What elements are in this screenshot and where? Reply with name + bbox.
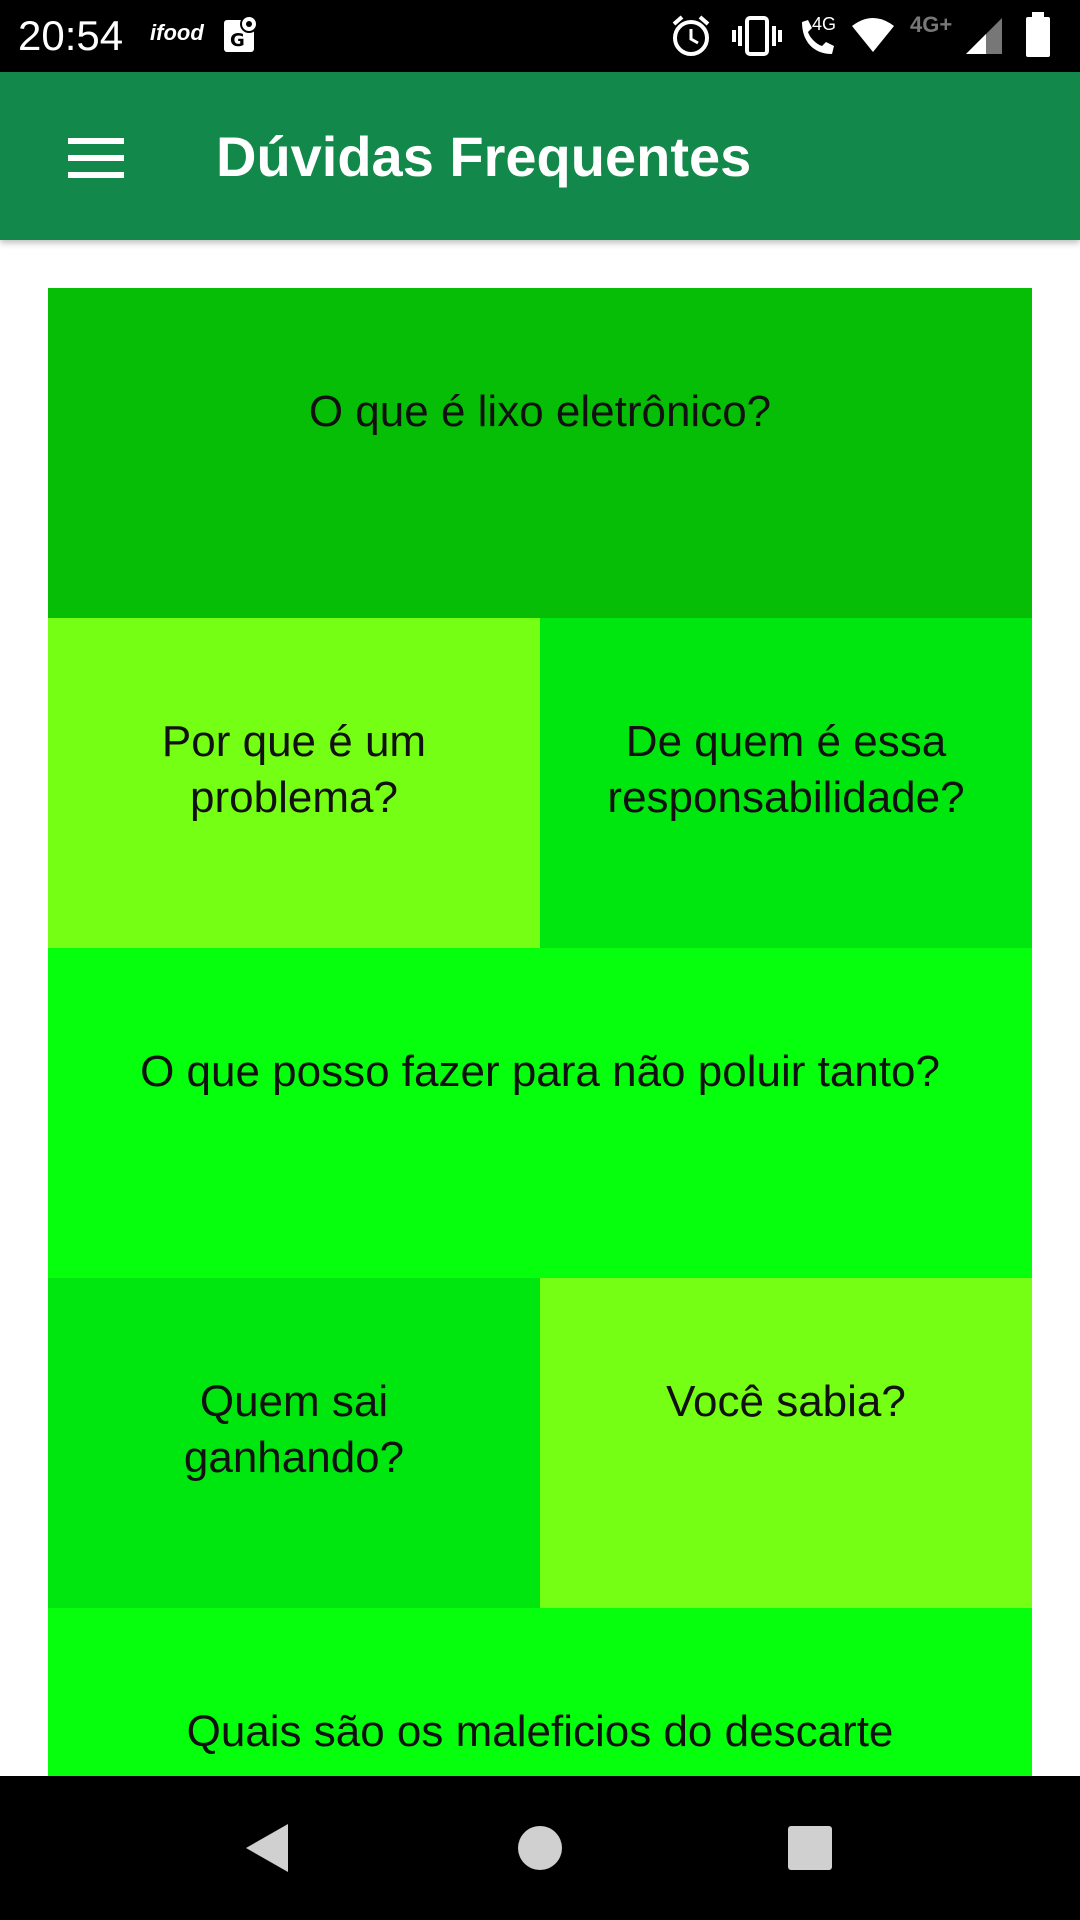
maps-icon: G: [224, 15, 258, 52]
svg-text:G: G: [230, 30, 245, 51]
faq-tile-label: Você sabia?: [666, 1377, 906, 1426]
faq-tile-label: De quem é essa responsabilidade?: [607, 717, 965, 822]
ifood-notification-icon: ifood: [150, 20, 204, 45]
faq-tile-how-to-pollute-less[interactable]: O que posso fazer para não poluir tanto?: [48, 948, 1032, 1278]
faq-tile-what-is-e-waste[interactable]: O que é lixo eletrônico?: [48, 288, 1032, 618]
wifi-icon: [852, 18, 894, 52]
network-type-label: 4G: [812, 14, 837, 34]
home-icon[interactable]: [514, 1822, 566, 1874]
status-bar: 20:54 ifood G 4G 4G+: [0, 0, 1080, 72]
vibrate-icon: [732, 16, 782, 56]
faq-tile-label: O que é lixo eletrônico?: [308, 387, 772, 436]
back-icon[interactable]: [240, 1820, 296, 1876]
signal-icon: [966, 18, 1002, 54]
app-bar: Dúvidas Frequentes: [0, 72, 1080, 240]
faq-grid: O que é lixo eletrônico? Por que é um pr…: [48, 288, 1032, 1776]
navigation-bar: [0, 1776, 1080, 1920]
faq-tile-label: Quem sai ganhando?: [183, 1377, 405, 1482]
page-title: Dúvidas Frequentes: [216, 125, 752, 188]
alarm-icon: [672, 15, 710, 56]
hamburger-menu-icon[interactable]: [50, 118, 140, 198]
faq-tile-did-you-know[interactable]: Você sabia?: [540, 1278, 1032, 1608]
faq-tile-label: Por que é um problema?: [161, 717, 427, 822]
recents-icon[interactable]: [784, 1822, 836, 1874]
faq-tile-label: O que posso fazer para não poluir tanto?: [140, 1047, 940, 1096]
faq-tile-why-problem[interactable]: Por que é um problema?: [48, 618, 540, 948]
battery-icon: [1026, 12, 1050, 57]
status-time: 20:54: [18, 12, 124, 59]
faq-tile-responsibility[interactable]: De quem é essa responsabilidade?: [540, 618, 1032, 948]
faq-tile-who-wins[interactable]: Quem sai ganhando?: [48, 1278, 540, 1608]
faq-tile-disposal-harms[interactable]: Quais são os maleficios do descarte: [48, 1608, 1032, 1776]
network-type-label-secondary: 4G+: [910, 12, 953, 37]
faq-tile-label: Quais são os maleficios do descarte: [186, 1707, 894, 1756]
